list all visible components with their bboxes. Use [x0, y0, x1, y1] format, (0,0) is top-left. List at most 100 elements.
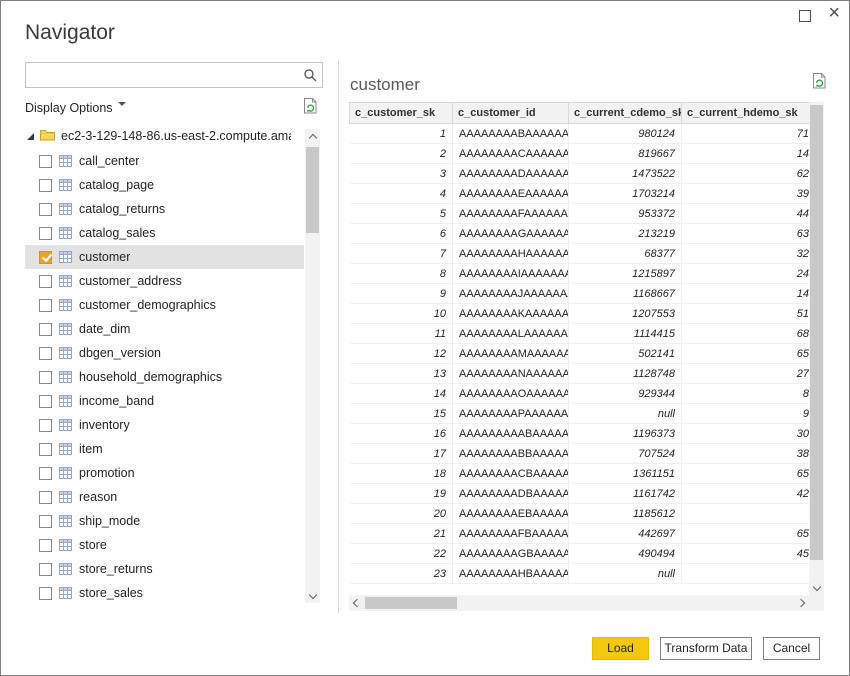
scroll-up-button[interactable] — [305, 129, 320, 143]
cell-customer-id: AAAAAAAAJAAAAAAA — [452, 283, 569, 304]
cell-customer-id: AAAAAAAAABAAAAAA — [452, 423, 569, 444]
search-input[interactable] — [26, 63, 312, 87]
table-checkbox[interactable] — [39, 586, 52, 600]
tree-item[interactable]: customer_address — [25, 269, 304, 293]
table-checkbox[interactable] — [39, 202, 52, 216]
table-checkbox[interactable] — [39, 226, 52, 240]
table-row: 1 AAAAAAAABAAAAAAA 980124 71 — [349, 123, 809, 144]
tree-item[interactable]: dbgen_version — [25, 341, 304, 365]
tree-item[interactable]: customer — [25, 245, 304, 269]
tree-item[interactable]: date_dim — [25, 317, 304, 341]
tree-item[interactable]: promotion — [25, 461, 304, 485]
column-header: c_customer_sk — [349, 102, 453, 124]
table-checkbox[interactable] — [39, 250, 52, 264]
tree-item-label: ship_mode — [79, 514, 141, 528]
load-button[interactable]: Load — [592, 637, 649, 660]
cell-customer-id: AAAAAAAAPAAAAAAA — [452, 403, 569, 424]
cell-current-hdemo-sk: 14 — [681, 143, 809, 164]
left-panel-scrollbar[interactable] — [305, 129, 320, 603]
cell-current-hdemo-sk: 65 — [681, 463, 809, 484]
table-row: 13 AAAAAAAANAAAAAAA 1128748 27 — [349, 363, 809, 384]
cell-current-cdemo-sk: 442697 — [568, 523, 682, 544]
table-row: 7 AAAAAAAAHAAAAAAA 68377 32 — [349, 243, 809, 264]
scroll-down-button[interactable] — [305, 589, 320, 603]
table-checkbox[interactable] — [39, 370, 52, 384]
table-checkbox[interactable] — [39, 346, 52, 360]
tree-item[interactable]: store_sales — [25, 581, 304, 605]
preview-vertical-scrollbar[interactable] — [809, 102, 824, 595]
search-icon[interactable] — [303, 68, 317, 87]
table-checkbox[interactable] — [39, 154, 52, 168]
tree-item[interactable]: household_demographics — [25, 365, 304, 389]
cell-current-cdemo-sk: null — [568, 563, 682, 584]
table-checkbox[interactable] — [39, 418, 52, 432]
tree-item[interactable]: call_center — [25, 149, 304, 173]
tree-item[interactable]: store — [25, 533, 304, 557]
scrollbar-thumb[interactable] — [306, 147, 319, 233]
refresh-preview-icon[interactable] — [811, 72, 828, 95]
tree-item[interactable]: catalog_sales — [25, 221, 304, 245]
table-row: 20 AAAAAAAAEBAAAAAA 1185612 — [349, 503, 809, 524]
tree-root[interactable]: ec2-3-129-148-86.us-east-2.compute.amaz.… — [25, 123, 304, 149]
table-row: 15 AAAAAAAAPAAAAAAA null 9 — [349, 403, 809, 424]
cell-customer-sk: 10 — [349, 303, 453, 324]
table-checkbox[interactable] — [39, 514, 52, 528]
tree-item-label: customer_demographics — [79, 298, 216, 312]
maximize-icon[interactable] — [799, 10, 811, 22]
cell-customer-sk: 23 — [349, 563, 453, 584]
transform-data-button[interactable]: Transform Data — [660, 637, 752, 660]
cell-customer-id: AAAAAAAAFAAAAAAA — [452, 203, 569, 224]
table-header-row: c_customer_sk c_customer_id c_current_cd… — [349, 102, 809, 124]
column-header: c_current_cdemo_sk — [568, 102, 682, 124]
table-icon — [59, 179, 72, 191]
preview-horizontal-scrollbar[interactable] — [349, 595, 809, 611]
cell-current-hdemo-sk — [681, 503, 809, 524]
tree-item-label: household_demographics — [79, 370, 223, 384]
scroll-down-button[interactable] — [809, 581, 824, 595]
tree-expander-icon[interactable] — [27, 132, 34, 140]
cell-customer-id: AAAAAAAAGBAAAAAA — [452, 543, 569, 564]
tree-item-label: customer_address — [79, 274, 182, 288]
table-checkbox[interactable] — [39, 274, 52, 288]
table-row: 5 AAAAAAAAFAAAAAAA 953372 44 — [349, 203, 809, 224]
table-checkbox[interactable] — [39, 490, 52, 504]
column-header: c_customer_id — [452, 102, 569, 124]
tree-item-label: catalog_page — [79, 178, 155, 192]
tree-item[interactable]: catalog_page — [25, 173, 304, 197]
scrollbar-thumb[interactable] — [810, 105, 823, 560]
table-checkbox[interactable] — [39, 322, 52, 336]
tree-item[interactable]: store_returns — [25, 557, 304, 581]
table-icon — [59, 323, 72, 335]
cell-current-cdemo-sk: 707524 — [568, 443, 682, 464]
scroll-left-button[interactable] — [349, 595, 363, 611]
cell-current-cdemo-sk: 1161742 — [568, 483, 682, 504]
tree-item[interactable]: inventory — [25, 413, 304, 437]
tree-item[interactable]: reason — [25, 485, 304, 509]
display-options-dropdown[interactable]: Display Options — [25, 101, 126, 115]
cancel-button[interactable]: Cancel — [763, 637, 820, 660]
cell-current-cdemo-sk: 1703214 — [568, 183, 682, 204]
table-checkbox[interactable] — [39, 178, 52, 192]
tree-item[interactable]: customer_demographics — [25, 293, 304, 317]
cell-current-cdemo-sk: 929344 — [568, 383, 682, 404]
refresh-preview-icon[interactable] — [302, 97, 319, 120]
tree-item[interactable]: item — [25, 437, 304, 461]
scrollbar-thumb[interactable] — [365, 597, 457, 609]
table-checkbox[interactable] — [39, 562, 52, 576]
table-checkbox[interactable] — [39, 466, 52, 480]
tree-item[interactable]: ship_mode — [25, 509, 304, 533]
tree-item[interactable]: income_band — [25, 389, 304, 413]
table-icon — [59, 419, 72, 431]
table-icon — [59, 491, 72, 503]
table-icon — [59, 275, 72, 287]
table-checkbox[interactable] — [39, 442, 52, 456]
table-checkbox[interactable] — [39, 394, 52, 408]
close-icon[interactable]: × — [828, 3, 840, 23]
table-checkbox[interactable] — [39, 298, 52, 312]
page-title: Navigator — [25, 21, 115, 44]
tree-item[interactable]: catalog_returns — [25, 197, 304, 221]
table-row: 4 AAAAAAAAEAAAAAAA 1703214 39 — [349, 183, 809, 204]
cell-customer-sk: 17 — [349, 443, 453, 464]
scroll-right-button[interactable] — [795, 595, 809, 611]
table-checkbox[interactable] — [39, 538, 52, 552]
